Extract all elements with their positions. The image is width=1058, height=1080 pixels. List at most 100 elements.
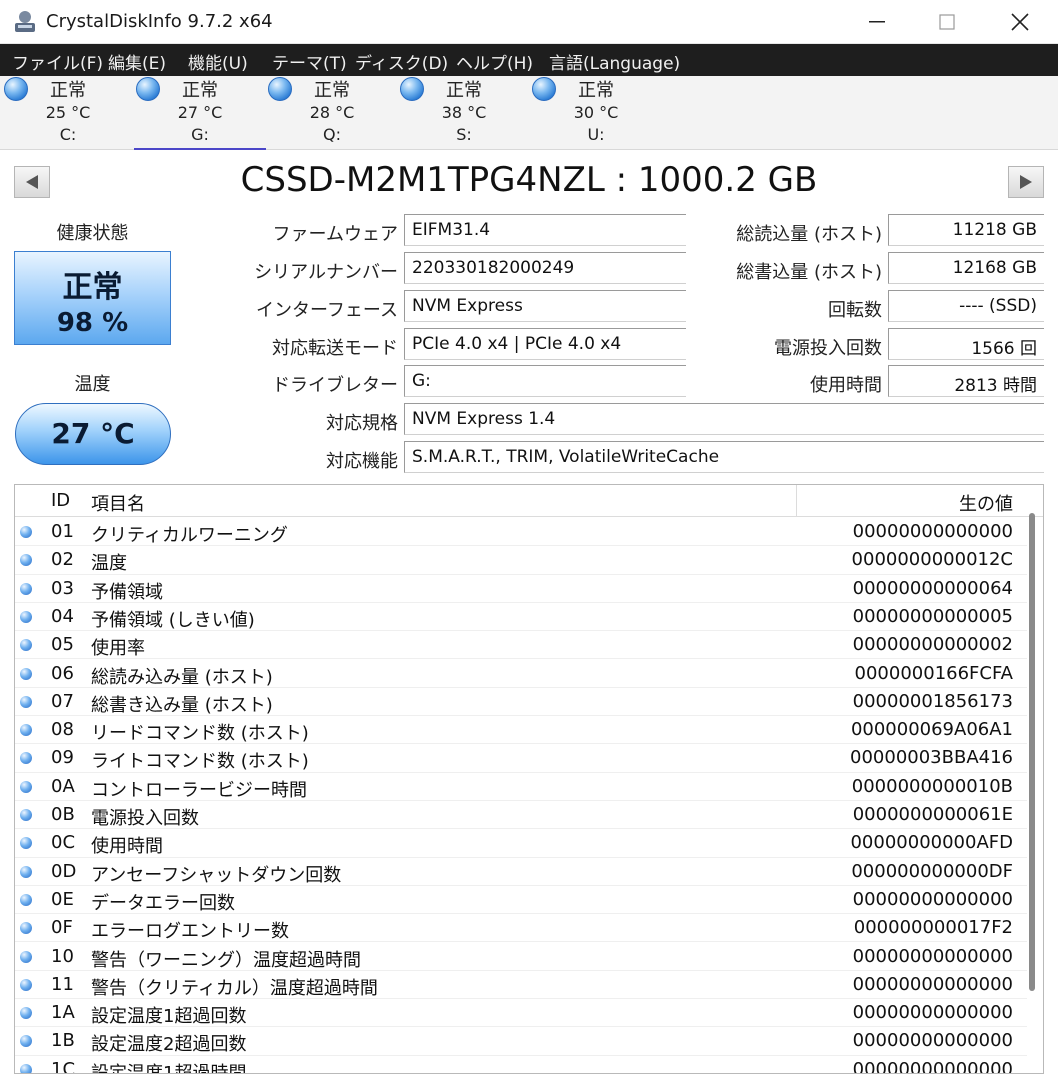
row-raw-value: 00000000000000 [852, 1002, 1013, 1024]
standard-label: 対応規格 [326, 413, 398, 434]
table-row[interactable]: 0F エラーログエントリー数 000000000017F2 [15, 914, 1027, 943]
previous-drive-button[interactable] [14, 166, 50, 198]
table-row[interactable]: 11 警告（クリティカル）温度超過時間 00000000000000 [15, 971, 1027, 1000]
row-raw-value: 00000000000005 [852, 605, 1013, 627]
table-row[interactable]: 08 リードコマンド数 (ホスト) 000000069A06A1 [15, 716, 1027, 745]
menu-file[interactable]: ファイル(F) [12, 49, 103, 74]
table-row[interactable]: 1B 設定温度2超過回数 00000000000000 [15, 1027, 1027, 1056]
drive-letter: G: [191, 125, 209, 144]
close-button[interactable] [985, 0, 1055, 44]
drive-letter: U: [587, 125, 605, 144]
power-on-count-label: 電源投入回数 [774, 338, 882, 359]
status-dot-icon [20, 695, 32, 708]
row-raw-value: 00000000000000 [852, 973, 1013, 995]
column-header-name[interactable]: 項目名 [91, 490, 145, 516]
serial-field: 220330182000249 [404, 252, 686, 284]
row-id: 02 [51, 549, 74, 571]
row-id: 09 [51, 747, 74, 769]
maximize-icon [939, 14, 955, 30]
row-id: 0C [51, 832, 76, 854]
health-state: 正常 [62, 270, 123, 305]
next-drive-button[interactable] [1008, 166, 1044, 198]
row-name: 温度 [91, 553, 127, 575]
row-raw-value: 00000003BBA416 [850, 747, 1013, 769]
temperature-value: 27 °C [15, 403, 171, 465]
table-row[interactable]: 0C 使用時間 00000000000AFD [15, 829, 1027, 858]
column-header-id[interactable]: ID [51, 490, 70, 511]
row-raw-value: 00000000000000 [852, 945, 1013, 967]
row-name: 設定温度1超過時間 [91, 1062, 247, 1074]
row-id: 1A [51, 1002, 75, 1024]
row-raw-value: 0000000000012C [851, 549, 1013, 571]
menu-edit[interactable]: 編集(E) [108, 49, 166, 74]
drive-tab-q[interactable]: 正常 28 °C Q: [266, 76, 398, 150]
row-raw-value: 00000000000000 [852, 521, 1013, 542]
status-dot-icon [20, 1035, 32, 1048]
row-raw-value: 000000000017F2 [853, 917, 1013, 939]
row-raw-value: 0000000000010B [851, 775, 1013, 797]
status-dot-icon [20, 837, 32, 850]
table-header: ID 項目名 生の値 [15, 485, 1043, 517]
row-name: 使用時間 [91, 836, 163, 858]
smart-attributes-table[interactable]: ID 項目名 生の値 01 クリティカルワーニング 00000000000000 0… [14, 484, 1044, 1074]
features-label: 対応機能 [326, 451, 398, 472]
row-id: 0E [51, 888, 74, 910]
drive-letter-label: ドライブレター [272, 375, 398, 396]
table-row[interactable]: 05 使用率 00000000000002 [15, 631, 1027, 660]
table-row[interactable]: 02 温度 0000000000012C [15, 546, 1027, 575]
row-name: 警告（クリティカル）温度超過時間 [91, 977, 378, 999]
column-divider[interactable] [796, 485, 797, 517]
serial-label: シリアルナンバー [254, 262, 398, 283]
table-row[interactable]: 0A コントローラービジー時間 0000000000010B [15, 773, 1027, 801]
table-row[interactable]: 0B 電源投入回数 0000000000061E [15, 801, 1027, 830]
table-row[interactable]: 09 ライトコマンド数 (ホスト) 00000003BBA416 [15, 744, 1027, 773]
row-name: エラーログエントリー数 [91, 921, 289, 943]
menu-language[interactable]: 言語(Language) [549, 49, 680, 74]
table-row[interactable]: 04 予備領域 (しきい値) 00000000000005 [15, 603, 1027, 632]
rotation-field: ---- (SSD) [888, 290, 1044, 322]
drive-state: 正常 [314, 80, 350, 101]
table-row[interactable]: 0D アンセーフシャットダウン回数 000000000000DF [15, 858, 1027, 886]
row-id: 0F [51, 917, 73, 939]
menu-theme[interactable]: テーマ(T) [272, 49, 347, 74]
table-row[interactable]: 01 クリティカルワーニング 00000000000000 [15, 518, 1027, 547]
drive-letter: C: [59, 125, 77, 144]
drive-tab-g[interactable]: 正常 27 °C G: [134, 76, 266, 150]
row-id: 05 [51, 634, 74, 656]
row-id: 07 [51, 690, 74, 712]
drive-tab-s[interactable]: 正常 38 °C S: [398, 76, 530, 150]
app-icon [12, 9, 38, 35]
menu-help[interactable]: ヘルプ(H) [456, 49, 533, 74]
table-row[interactable]: 0E データエラー回数 00000000000000 [15, 886, 1027, 915]
row-id: 04 [51, 605, 74, 627]
rotation-label: 回転数 [828, 300, 882, 321]
row-name: 警告（ワーニング）温度超過時間 [91, 949, 361, 971]
table-scrollbar[interactable] [1029, 513, 1035, 991]
minimize-button[interactable] [842, 0, 912, 44]
drive-temp: 28 °C [309, 103, 355, 122]
row-id: 10 [51, 945, 74, 967]
status-dot-icon [20, 667, 32, 680]
drive-state: 正常 [182, 80, 218, 101]
column-header-raw[interactable]: 生の値 [959, 490, 1013, 516]
drive-tab-u[interactable]: 正常 30 °C U: [530, 76, 662, 150]
drive-temp: 30 °C [573, 103, 619, 122]
drive-state: 正常 [50, 80, 86, 101]
table-row[interactable]: 03 予備領域 00000000000064 [15, 575, 1027, 603]
features-field: S.M.A.R.T., TRIM, VolatileWriteCache [404, 441, 1044, 473]
menu-function[interactable]: 機能(U) [188, 49, 248, 74]
status-dot-icon [20, 724, 32, 737]
table-row[interactable]: 10 警告（ワーニング）温度超過時間 00000000000000 [15, 943, 1027, 971]
drive-tab-c[interactable]: 正常 25 °C C: [2, 76, 134, 150]
table-row[interactable]: 07 総書き込み量 (ホスト) 00000001856173 [15, 688, 1027, 717]
row-raw-value: 0000000000061E [852, 804, 1013, 825]
table-row[interactable]: 1A 設定温度1超過回数 00000000000000 [15, 999, 1027, 1028]
drive-model-title: CSSD-M2M1TPG4NZL : 1000.2 GB [240, 160, 818, 200]
menu-disk[interactable]: ディスク(D) [355, 49, 448, 74]
maximize-button[interactable] [912, 0, 982, 44]
drive-letter-field: G: [404, 365, 686, 397]
table-row[interactable]: 1C 設定温度1超過時間 00000000000000 [15, 1056, 1027, 1074]
triangle-left-icon [26, 175, 38, 189]
table-row[interactable]: 06 総読み込み量 (ホスト) 0000000166FCFA [15, 660, 1027, 688]
minimize-icon [869, 21, 885, 23]
